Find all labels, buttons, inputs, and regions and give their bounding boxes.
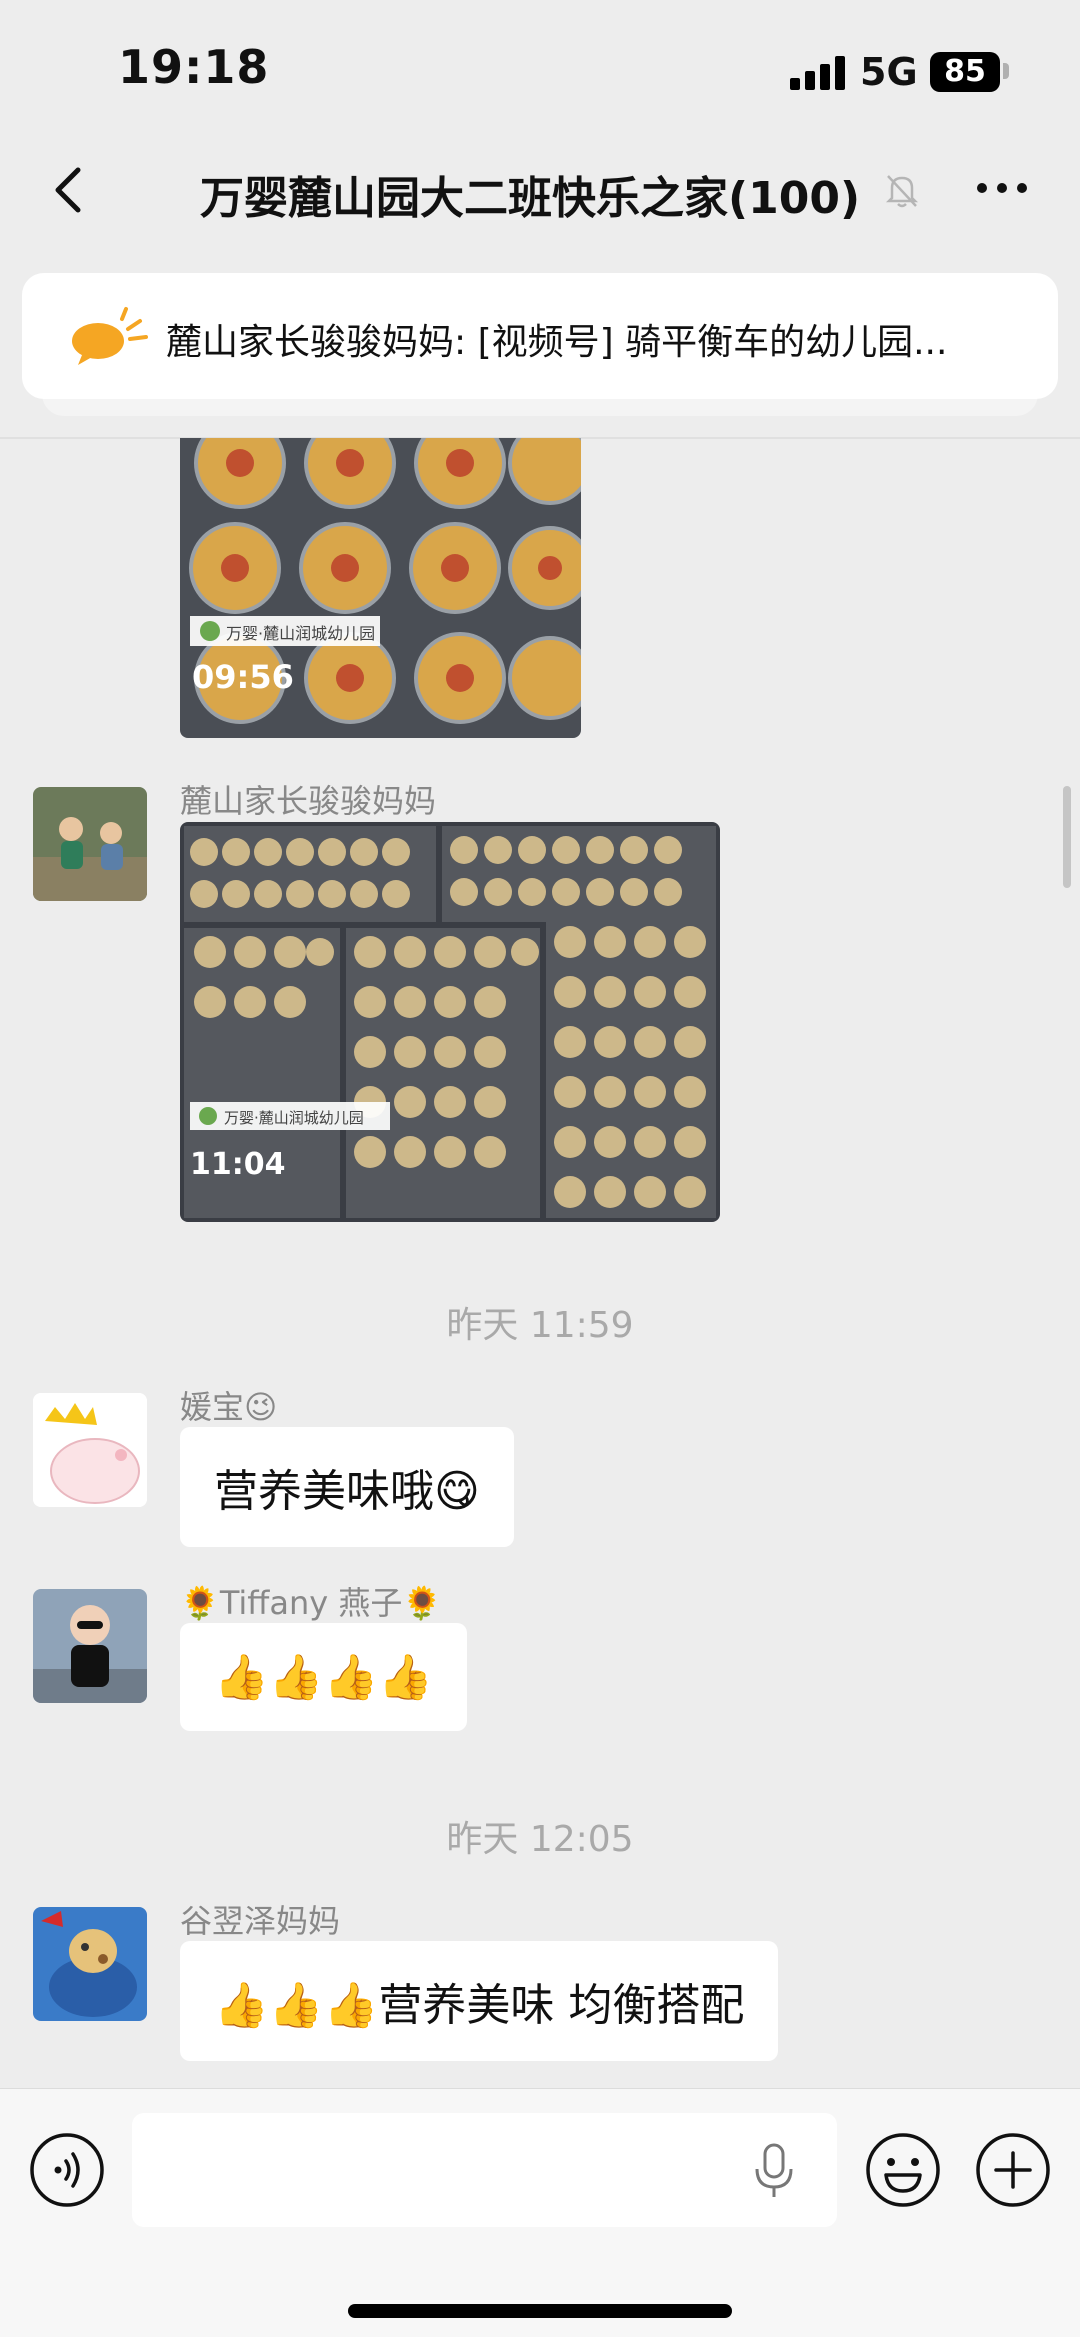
sender-name: 麓山家长骏骏妈妈: [180, 782, 437, 820]
mic-icon[interactable]: [749, 2141, 799, 2201]
network-type: 5G: [860, 50, 918, 94]
chat-area[interactable]: 万婴·麓山润城幼儿园 09:56 麓山家长骏骏妈妈 万婴·麓山润城幼儿园 11:…: [0, 438, 1080, 2088]
photo-message-egg-custard[interactable]: 万婴·麓山润城幼儿园 09:56: [180, 438, 581, 738]
photo1-stamp-time: 09:56: [192, 658, 294, 696]
avatar-junjun-mom[interactable]: [33, 787, 147, 901]
back-icon[interactable]: [44, 162, 100, 218]
megaphone-icon: [72, 307, 148, 365]
battery-level: 85: [930, 52, 1000, 92]
avatar-yuanbao[interactable]: [33, 1393, 147, 1507]
notice-text: 麓山家长骏骏妈妈: [视频号] 骑平衡车的幼儿园...: [166, 322, 948, 363]
plus-icon[interactable]: [974, 2131, 1052, 2209]
input-bar: [0, 2088, 1080, 2337]
status-bar: 19:18 5G 85: [0, 0, 1080, 140]
status-time: 19:18: [118, 40, 270, 94]
photo2-brand: 万婴·麓山润城幼儿园: [224, 1109, 364, 1127]
avatar-guyize-mom[interactable]: [33, 1907, 147, 2021]
chat-title: 万婴麓山园大二班快乐之家(100): [200, 173, 861, 224]
sender-name: 🌻Tiffany 燕子🌻: [180, 1584, 443, 1622]
more-icon[interactable]: [972, 168, 1032, 208]
timestamp: 昨天 11:59: [446, 1305, 634, 1346]
scrollbar[interactable]: [1063, 786, 1071, 888]
message-bubble[interactable]: 👍👍👍👍: [180, 1623, 468, 1731]
message-input[interactable]: [132, 2113, 837, 2227]
timestamp: 昨天 12:05: [446, 1819, 634, 1860]
message-bubble[interactable]: 营养美味哦😋: [180, 1427, 514, 1547]
photo2-stamp-time: 11:04: [190, 1147, 286, 1182]
battery-icon: [1003, 63, 1009, 79]
nav-bar: 万婴麓山园大二班快乐之家(100): [0, 140, 1080, 240]
sender-name: 媛宝😉: [180, 1388, 278, 1426]
photo1-brand: 万婴·麓山润城幼儿园: [226, 624, 375, 643]
voice-icon[interactable]: [28, 2131, 106, 2209]
photo-message-custard-trays[interactable]: 万婴·麓山润城幼儿园 11:04: [180, 822, 720, 1222]
message-bubble[interactable]: 👍👍👍营养美味 均衡搭配: [180, 1941, 779, 2061]
notice-banner[interactable]: 麓山家长骏骏妈妈: [视频号] 骑平衡车的幼儿园...: [22, 273, 1058, 399]
avatar-tiffany[interactable]: [33, 1589, 147, 1703]
signal-icon: [790, 56, 846, 90]
mute-icon: [885, 175, 919, 208]
sender-name: 谷翌泽妈妈: [180, 1902, 341, 1940]
home-indicator: [348, 2304, 732, 2318]
emoji-icon[interactable]: [864, 2131, 942, 2209]
